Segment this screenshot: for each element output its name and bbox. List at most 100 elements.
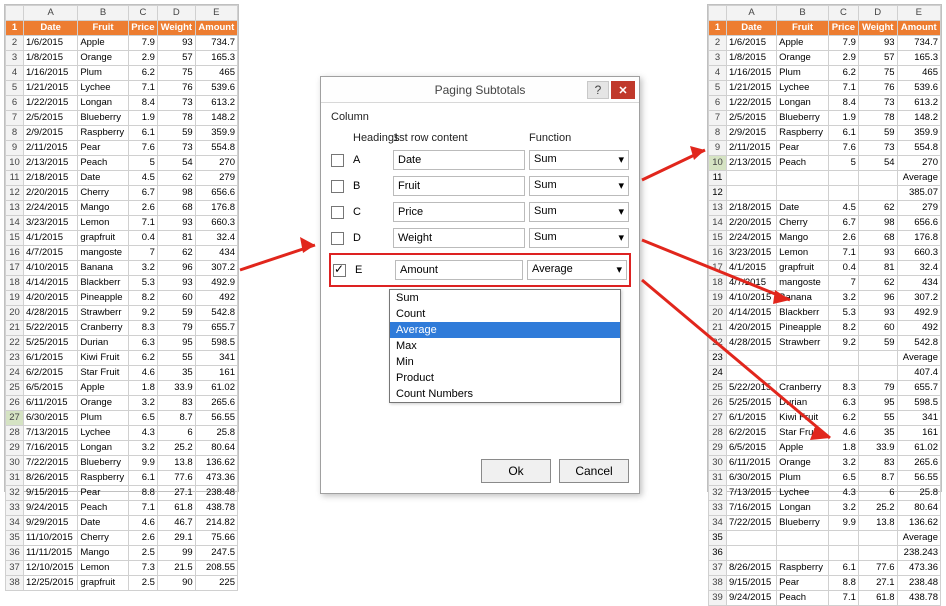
- table-row[interactable]: 31/8/2015Orange2.957165.3: [6, 51, 238, 66]
- table-row[interactable]: 215/22/2015Cranberry8.379655.7: [6, 321, 238, 336]
- table-row[interactable]: 236/1/2015Kiwi Fruit6.255341: [6, 351, 238, 366]
- table-row[interactable]: 41/16/2015Plum6.275465: [6, 66, 238, 81]
- table-row[interactable]: 174/1/2015grapfruit0.48132.4: [709, 261, 941, 276]
- function-dropdown-list[interactable]: SumCountAverageMaxMinProductCount Number…: [389, 289, 621, 403]
- table-row[interactable]: 92/11/2015Pear7.673554.8: [709, 141, 941, 156]
- col-E[interactable]: E: [195, 6, 237, 21]
- table-row[interactable]: 122/20/2015Cherry6.798656.6: [6, 186, 238, 201]
- col-D[interactable]: D: [157, 6, 195, 21]
- table-row[interactable]: 72/5/2015Blueberry1.978148.2: [709, 111, 941, 126]
- row-checkbox[interactable]: [333, 264, 346, 277]
- average-row[interactable]: 11Average: [709, 171, 941, 186]
- col-B[interactable]: B: [78, 6, 128, 21]
- table-row[interactable]: 327/13/2015Lychee4.3625.8: [709, 486, 941, 501]
- row-checkbox[interactable]: [331, 206, 344, 219]
- table-row[interactable]: 296/5/2015Apple1.833.961.02: [709, 441, 941, 456]
- table-row[interactable]: 307/22/2015Blueberry9.913.8136.62: [6, 456, 238, 471]
- table-row[interactable]: 316/30/2015Plum6.58.756.55: [709, 471, 941, 486]
- table-row[interactable]: 61/22/2015Longan8.473613.2: [709, 96, 941, 111]
- table-row[interactable]: 184/14/2015Blackberr5.393492.9: [6, 276, 238, 291]
- col-A[interactable]: A: [727, 6, 777, 21]
- table-row[interactable]: 225/25/2015Durian6.395598.5: [6, 336, 238, 351]
- table-row[interactable]: 276/1/2015Kiwi Fruit6.255341: [709, 411, 941, 426]
- table-row[interactable]: 3812/25/2015grapfruit2.590225: [6, 576, 238, 591]
- table-row[interactable]: 132/24/2015Mango2.668176.8: [6, 201, 238, 216]
- col-E[interactable]: E: [897, 6, 940, 21]
- dropdown-option[interactable]: Max: [390, 338, 620, 354]
- table-row[interactable]: 286/2/2015Star Fruit4.635161: [709, 426, 941, 441]
- function-select[interactable]: Sum ▾: [529, 176, 629, 196]
- table-row[interactable]: 102/13/2015Peach554270: [709, 156, 941, 171]
- average-row[interactable]: 23Average: [709, 351, 941, 366]
- dropdown-option[interactable]: Count Numbers: [390, 386, 620, 402]
- help-button[interactable]: ?: [587, 81, 609, 99]
- row-checkbox[interactable]: [331, 180, 344, 193]
- table-row[interactable]: 142/20/2015Cherry6.798656.6: [709, 216, 941, 231]
- function-select[interactable]: Average ▾: [527, 260, 627, 280]
- table-row[interactable]: 204/14/2015Blackberr5.393492.9: [709, 306, 941, 321]
- table-row[interactable]: 82/9/2015Raspberry6.159359.9: [709, 126, 941, 141]
- table-row[interactable]: 347/22/2015Blueberry9.913.8136.62: [709, 516, 941, 531]
- table-row[interactable]: 112/18/2015Date4.562279: [6, 171, 238, 186]
- function-select[interactable]: Sum ▾: [529, 228, 629, 248]
- table-row[interactable]: 266/11/2015Orange3.283265.6: [6, 396, 238, 411]
- table-row[interactable]: 318/26/2015Raspberry6.177.6473.36: [6, 471, 238, 486]
- table-row[interactable]: 72/5/2015Blueberry1.978148.2: [6, 111, 238, 126]
- table-row[interactable]: 224/28/2015Strawberr9.259542.8: [709, 336, 941, 351]
- table-row[interactable]: 92/11/2015Pear7.673554.8: [6, 141, 238, 156]
- average-row[interactable]: 36238.243: [709, 546, 941, 561]
- table-row[interactable]: 265/25/2015Durian6.395598.5: [709, 396, 941, 411]
- table-row[interactable]: 82/9/2015Raspberry6.159359.9: [6, 126, 238, 141]
- table-row[interactable]: 152/24/2015Mango2.668176.8: [709, 231, 941, 246]
- table-row[interactable]: 349/29/2015Date4.646.7214.82: [6, 516, 238, 531]
- col-D[interactable]: D: [858, 6, 897, 21]
- col-B[interactable]: B: [777, 6, 829, 21]
- col-A[interactable]: A: [24, 6, 78, 21]
- table-row[interactable]: 51/21/2015Lychee7.176539.6: [709, 81, 941, 96]
- dropdown-option[interactable]: Sum: [390, 290, 620, 306]
- table-row[interactable]: 132/18/2015Date4.562279: [709, 201, 941, 216]
- table-row[interactable]: 3712/10/2015Lemon7.321.5208.55: [6, 561, 238, 576]
- table-row[interactable]: 256/5/2015Apple1.833.961.02: [6, 381, 238, 396]
- dropdown-option[interactable]: Min: [390, 354, 620, 370]
- table-row[interactable]: 339/24/2015Peach7.161.8438.78: [6, 501, 238, 516]
- table-row[interactable]: 31/8/2015Orange2.957165.3: [709, 51, 941, 66]
- dropdown-option[interactable]: Count: [390, 306, 620, 322]
- table-row[interactable]: 174/10/2015Banana3.296307.2: [6, 261, 238, 276]
- row-content-input[interactable]: [393, 202, 525, 222]
- row-checkbox[interactable]: [331, 154, 344, 167]
- row-checkbox[interactable]: [331, 232, 344, 245]
- table-row[interactable]: 399/24/2015Peach7.161.8438.78: [709, 591, 941, 606]
- table-row[interactable]: 163/23/2015Lemon7.193660.3: [709, 246, 941, 261]
- average-row[interactable]: 12385.07: [709, 186, 941, 201]
- function-select[interactable]: Sum ▾: [529, 202, 629, 222]
- table-row[interactable]: 389/15/2015Pear8.827.1238.48: [709, 576, 941, 591]
- col-C[interactable]: C: [128, 6, 157, 21]
- table-row[interactable]: 184/7/2015mangoste762434: [709, 276, 941, 291]
- dropdown-option[interactable]: Product: [390, 370, 620, 386]
- table-row[interactable]: 287/13/2015Lychee4.3625.8: [6, 426, 238, 441]
- table-row[interactable]: 337/16/2015Longan3.225.280.64: [709, 501, 941, 516]
- right-grid[interactable]: A B C D E 1DateFruitPriceWeightAmount21/…: [708, 5, 941, 606]
- table-row[interactable]: 255/22/2015Cranberry8.379655.7: [709, 381, 941, 396]
- table-row[interactable]: 297/16/2015Longan3.225.280.64: [6, 441, 238, 456]
- row-content-input[interactable]: [395, 260, 523, 280]
- table-row[interactable]: 214/20/2015Pineapple8.260492: [709, 321, 941, 336]
- average-row[interactable]: 24407.4: [709, 366, 941, 381]
- dialog-titlebar[interactable]: Paging Subtotals ? ✕: [321, 77, 639, 103]
- table-row[interactable]: 3511/10/2015Cherry2.629.175.66: [6, 531, 238, 546]
- col-C[interactable]: C: [828, 6, 858, 21]
- table-row[interactable]: 21/6/2015Apple7.993734.7: [709, 36, 941, 51]
- table-row[interactable]: 164/7/2015mangoste762434: [6, 246, 238, 261]
- table-row[interactable]: 21/6/2015Apple7.993734.7: [6, 36, 238, 51]
- table-row[interactable]: 102/13/2015Peach554270: [6, 156, 238, 171]
- table-row[interactable]: 306/11/2015Orange3.283265.6: [709, 456, 941, 471]
- table-row[interactable]: 154/1/2015grapfruit0.48132.4: [6, 231, 238, 246]
- table-row[interactable]: 3611/11/2015Mango2.599247.5: [6, 546, 238, 561]
- ok-button[interactable]: Ok: [481, 459, 551, 483]
- close-button[interactable]: ✕: [611, 81, 635, 99]
- function-select[interactable]: Sum ▾: [529, 150, 629, 170]
- table-row[interactable]: 194/10/2015Banana3.296307.2: [709, 291, 941, 306]
- table-row[interactable]: 204/28/2015Strawberr9.259542.8: [6, 306, 238, 321]
- dropdown-option[interactable]: Average: [390, 322, 620, 338]
